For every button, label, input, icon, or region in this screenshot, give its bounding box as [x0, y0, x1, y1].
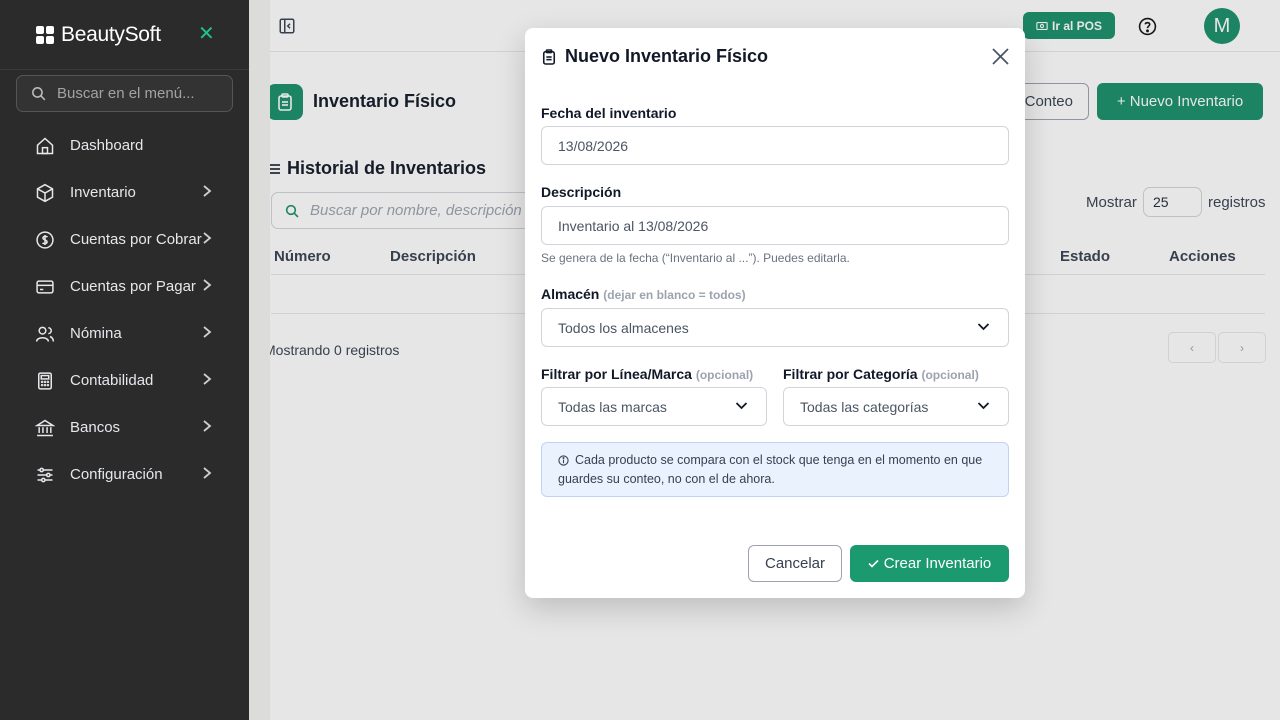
category-select[interactable]: Todas las categorías: [783, 387, 1009, 426]
box-icon: [35, 183, 55, 203]
warehouse-label-text: Almacén: [541, 286, 600, 302]
sidebar-item-bancos[interactable]: Bancos: [0, 404, 249, 451]
new-inventory-modal: Nuevo Inventario Físico Fecha del invent…: [525, 28, 1025, 598]
chevron-right-icon: [203, 326, 212, 338]
create-inventory-button[interactable]: Crear Inventario: [850, 545, 1009, 582]
sidebar-item-label: Nómina: [70, 325, 122, 342]
sidebar-header: BeautySoft ✕: [0, 0, 249, 70]
sidebar-item-label: Bancos: [70, 419, 121, 436]
sliders-icon: [35, 465, 55, 485]
sidebar-item-label: Cuentas por Pagar: [70, 278, 196, 295]
chevron-right-icon: [203, 279, 212, 291]
sidebar-item-cuentas-pagar[interactable]: Cuentas por Pagar: [0, 263, 249, 310]
description-field[interactable]: Inventario al 13/08/2026: [541, 206, 1009, 245]
brand-filter-note: (opcional): [695, 368, 754, 382]
close-sidebar-icon[interactable]: ✕: [198, 22, 215, 46]
bank-icon: [35, 418, 55, 438]
brand-select-value: Todas las marcas: [558, 398, 667, 415]
sidebar-search-placeholder: Buscar en el menú...: [57, 85, 195, 102]
calculator-icon: [35, 371, 55, 391]
create-inventory-label: Crear Inventario: [883, 555, 992, 572]
warehouse-label: Almacén (dejar en blanco = todos): [541, 286, 746, 302]
sidebar-item-label: Contabilidad: [70, 372, 154, 389]
chevron-down-icon: [977, 402, 990, 410]
close-icon[interactable]: [992, 48, 1009, 70]
modal-title: Nuevo Inventario Físico: [565, 46, 769, 66]
users-icon: [35, 324, 55, 344]
check-icon: [868, 559, 879, 568]
cancel-button[interactable]: Cancelar: [748, 545, 842, 582]
chevron-down-icon: [735, 402, 748, 410]
category-filter-label-text: Filtrar por Categoría: [783, 366, 918, 382]
sidebar-menu: Dashboard Inventario Cuentas por Cobrar …: [0, 122, 249, 498]
sidebar-item-inventario[interactable]: Inventario: [0, 169, 249, 216]
category-select-value: Todas las categorías: [800, 398, 929, 415]
sidebar-item-contabilidad[interactable]: Contabilidad: [0, 357, 249, 404]
info-icon: [558, 455, 569, 466]
chevron-right-icon: [203, 373, 212, 385]
description-label: Descripción: [541, 184, 622, 200]
sidebar-item-label: Dashboard: [70, 137, 144, 154]
sidebar: BeautySoft ✕ Buscar en el menú... Dashbo…: [0, 0, 249, 720]
clipboard-icon: [542, 48, 556, 65]
sidebar-item-label: Cuentas por Cobrar: [70, 231, 202, 248]
brand-select[interactable]: Todas las marcas: [541, 387, 767, 426]
chevron-right-icon: [203, 467, 212, 479]
app-name: BeautySoft: [61, 22, 161, 46]
home-icon: [35, 136, 55, 156]
logo-icon: [36, 25, 54, 44]
sidebar-item-nomina[interactable]: Nómina: [0, 310, 249, 357]
info-text: Cada producto se compara con el stock qu…: [558, 453, 983, 486]
brand-filter-label: Filtrar por Línea/Marca (opcional): [541, 366, 753, 382]
description-hint: Se genera de la fecha (“Inventario al ..…: [541, 251, 850, 265]
card-icon: [35, 277, 55, 297]
chevron-right-icon: [203, 420, 212, 432]
chevron-down-icon: [977, 323, 990, 331]
chevron-right-icon: [203, 232, 212, 244]
sidebar-item-cuentas-cobrar[interactable]: Cuentas por Cobrar: [0, 216, 249, 263]
info-alert: Cada producto se compara con el stock qu…: [541, 442, 1009, 497]
sidebar-search-input[interactable]: Buscar en el menú...: [16, 75, 233, 112]
brand-filter-label-text: Filtrar por Línea/Marca: [541, 366, 692, 382]
modal-header: Nuevo Inventario Físico: [542, 46, 768, 67]
sidebar-item-label: Configuración: [70, 466, 163, 483]
warehouse-select-value: Todos los almacenes: [558, 319, 689, 336]
search-icon: [32, 87, 46, 101]
category-filter-note: (opcional): [921, 368, 979, 382]
category-filter-label: Filtrar por Categoría (opcional): [783, 366, 979, 382]
date-field[interactable]: 13/08/2026: [541, 126, 1009, 165]
sidebar-item-label: Inventario: [70, 184, 136, 201]
warehouse-label-note: (dejar en blanco = todos): [603, 288, 746, 302]
chevron-right-icon: [203, 185, 212, 197]
dollar-icon: [35, 230, 55, 250]
sidebar-item-configuracion[interactable]: Configuración: [0, 451, 249, 498]
sidebar-item-dashboard[interactable]: Dashboard: [0, 122, 249, 169]
warehouse-select[interactable]: Todos los almacenes: [541, 308, 1009, 347]
date-label: Fecha del inventario: [541, 105, 677, 121]
